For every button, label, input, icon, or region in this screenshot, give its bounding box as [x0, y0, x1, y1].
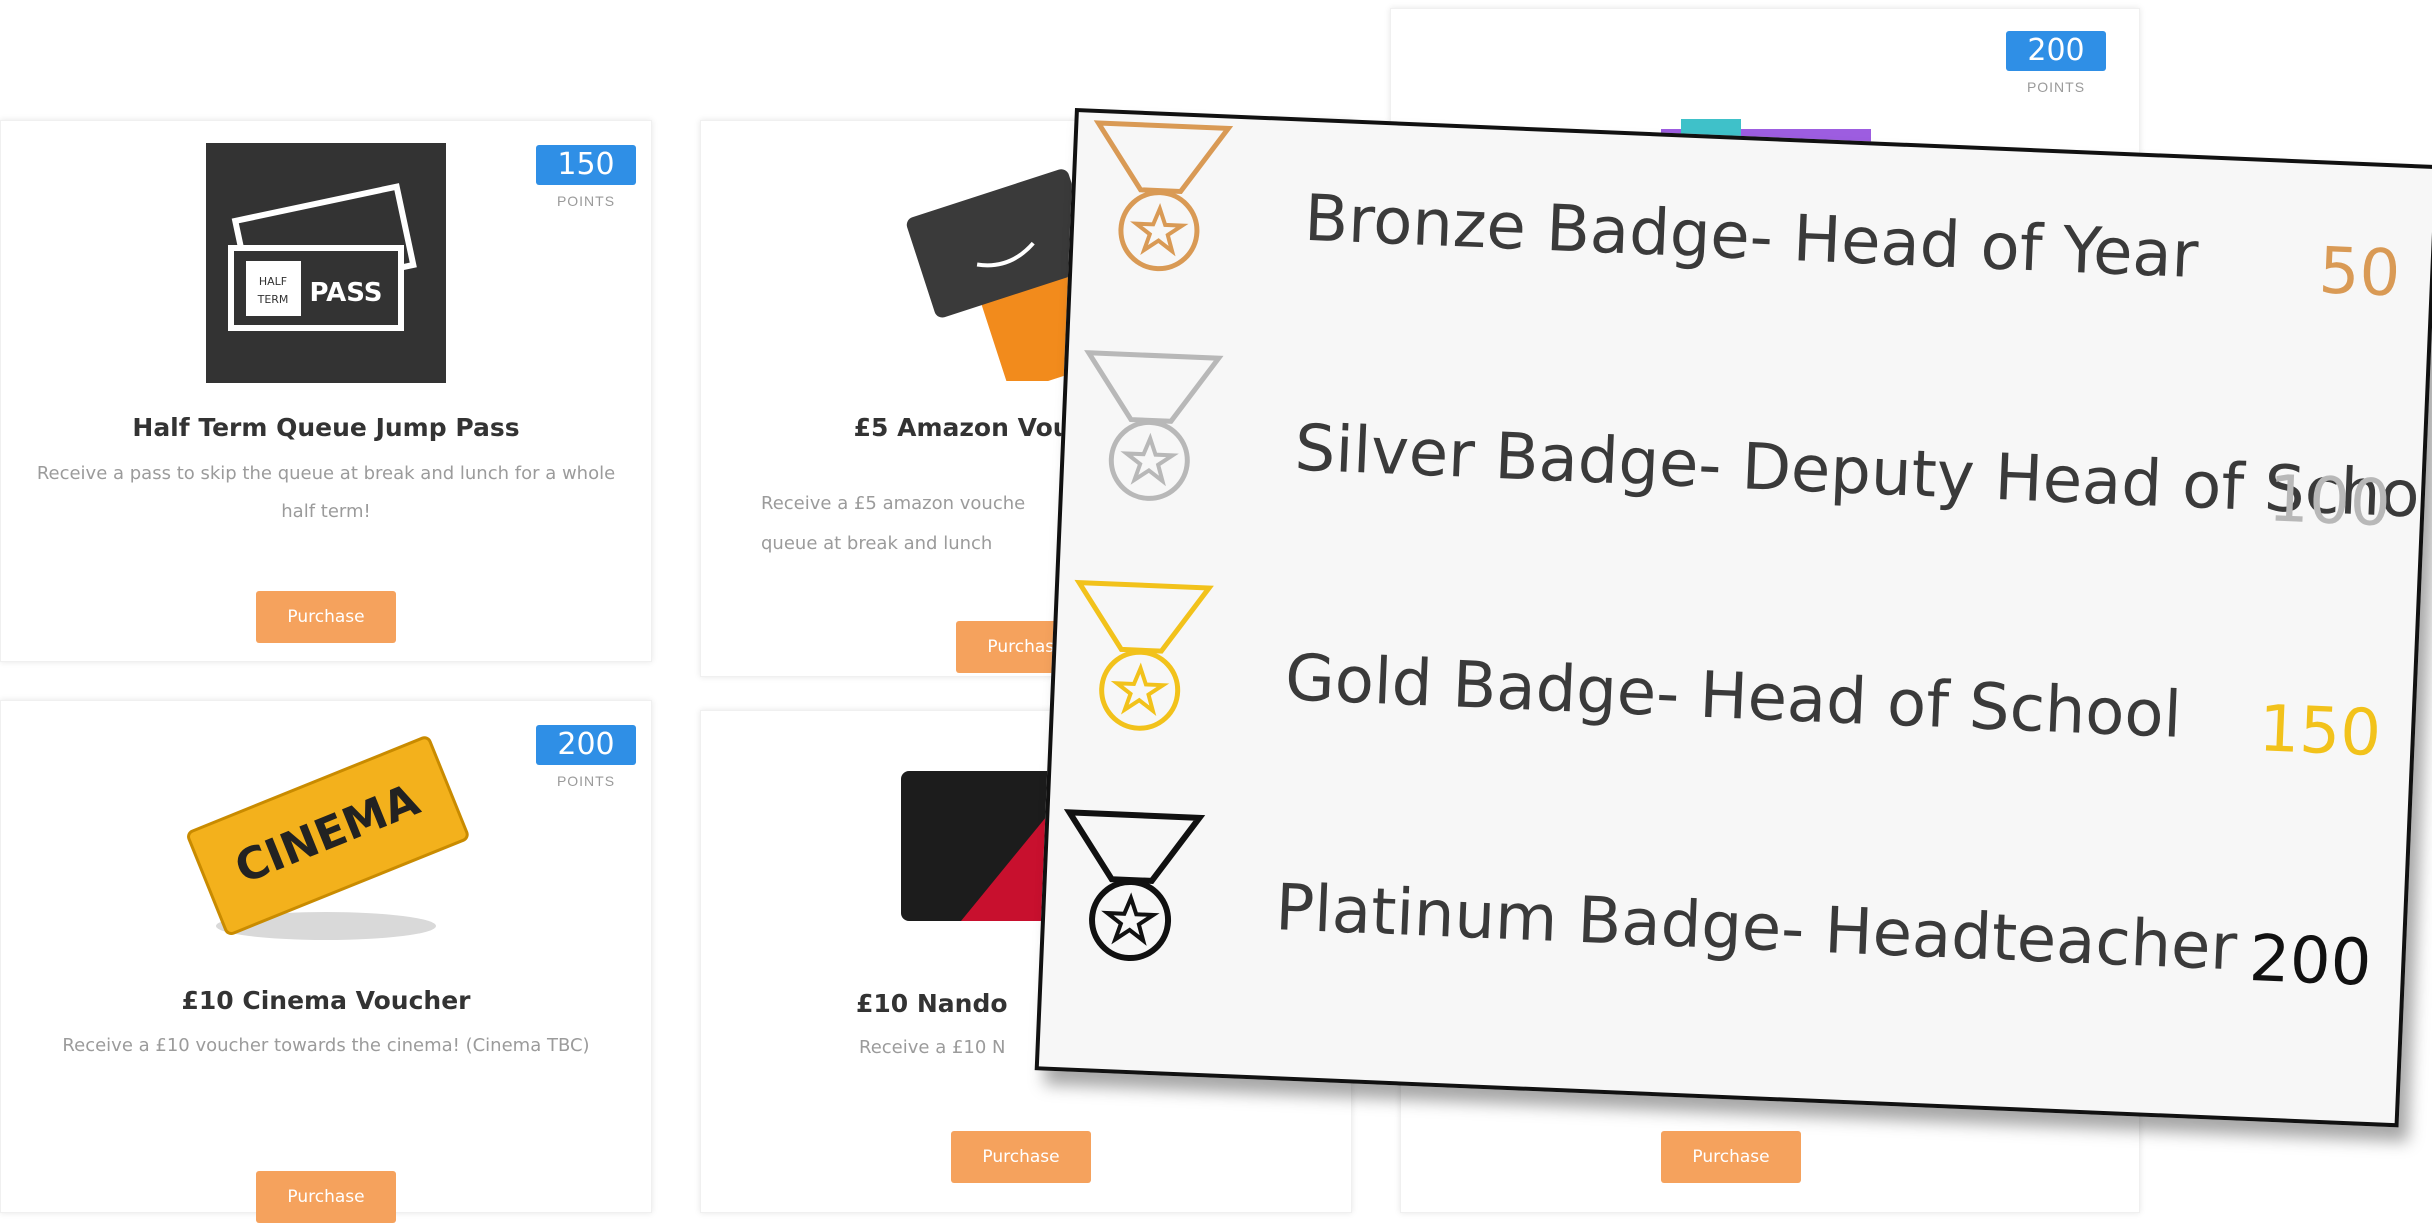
pass-half-text: HALF [259, 275, 287, 288]
points-badge: 150 [536, 145, 636, 185]
points-label: POINTS [556, 773, 616, 789]
badge-name: Silver Badge- Deputy Head of School [1293, 411, 2432, 535]
badge-points: 100 [2266, 462, 2393, 542]
card-title: £10 Cinema Voucher [181, 986, 471, 1015]
badge-points: 200 [2247, 921, 2373, 1002]
bronze-medal-icon [1093, 120, 1234, 272]
cinema-ticket-image: CINEMA [176, 721, 476, 951]
gold-medal-icon [1074, 579, 1214, 731]
card-description: Receive a £10 voucher towards the cinema… [62, 1035, 590, 1056]
purchase-button[interactable]: Purchase [256, 591, 396, 643]
badge-levels-panel: Bronze Badge- Head of Year 50 Silver Bad… [1034, 108, 2432, 1128]
platinum-medal-icon [1063, 809, 1206, 962]
badge-points: 50 [2317, 234, 2402, 312]
points-badge: 200 [536, 725, 636, 765]
badge-name: Platinum Badge- Headteacher [1274, 871, 2239, 986]
badge-name: Gold Badge- Head of School [1283, 641, 2183, 753]
purchase-button[interactable]: Purchase [256, 1171, 396, 1223]
silver-medal-icon [1084, 350, 1224, 501]
card-description: Receive a pass to skip the queue at brea… [36, 463, 616, 522]
reward-card-cinema: CINEMA 200 POINTS £10 Cinema Voucher Rec… [0, 700, 652, 1223]
queue-pass-image: HALF TERM PASS [206, 143, 446, 383]
card-title: Half Term Queue Jump Pass [132, 413, 520, 442]
points-badge: 200 [2006, 31, 2106, 71]
badge-name: Bronze Badge- Head of Year [1303, 181, 2200, 294]
pass-term-text: TERM [257, 293, 289, 306]
reward-card-half-term: HALF TERM PASS 150 POINTS Half Term Queu… [0, 120, 652, 662]
pass-text: PASS [309, 278, 382, 308]
points-label: POINTS [2026, 79, 2086, 95]
purchase-button[interactable]: Purchase [1661, 1131, 1801, 1183]
purchase-button[interactable]: Purchase [951, 1131, 1091, 1183]
badge-points: 150 [2257, 692, 2383, 772]
points-label: POINTS [556, 193, 616, 209]
